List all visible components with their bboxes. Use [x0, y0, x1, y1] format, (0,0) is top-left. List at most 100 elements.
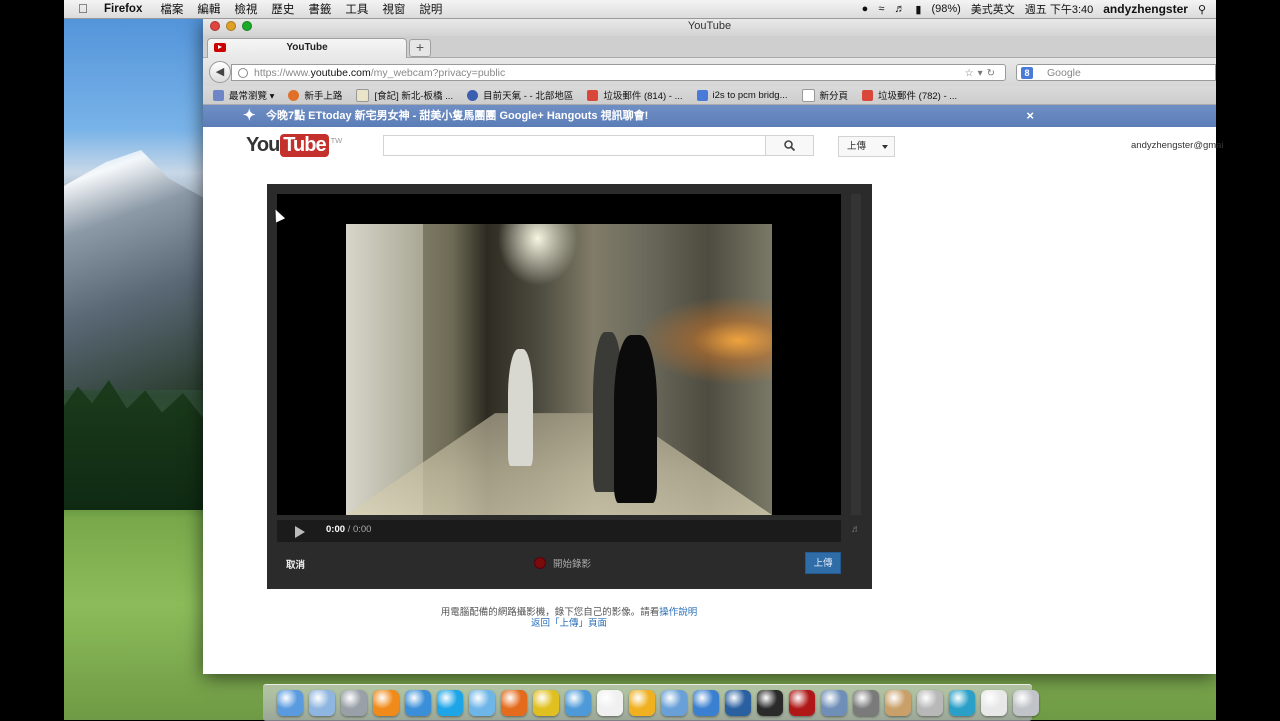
play-icon[interactable]: [295, 526, 305, 538]
zoom-window-button[interactable]: [242, 21, 252, 31]
menu-file[interactable]: 檔案: [160, 1, 183, 17]
time-separator: /: [345, 524, 353, 535]
bookmark-label: i2s to pcm bridg...: [712, 89, 788, 101]
bookmark-item[interactable]: 新分頁: [801, 88, 849, 102]
logo-region: TW: [330, 136, 343, 145]
page-icon: [356, 88, 370, 102]
help-link[interactable]: 操作說明: [659, 607, 697, 618]
search-engine-icon[interactable]: 8: [1021, 67, 1033, 79]
youtube-logo[interactable]: You Tube TW: [246, 134, 342, 157]
url-host: youtube.com: [310, 67, 371, 79]
navigation-bar: ◀ https://www.youtube.com/my_webcam?priv…: [203, 58, 1216, 86]
folder-icon[interactable]: [309, 690, 335, 716]
firefox-icon: [288, 89, 300, 101]
close-window-button[interactable]: [210, 21, 220, 31]
menu-tools[interactable]: 工具: [345, 1, 368, 17]
search-bar[interactable]: 8 Google: [1016, 64, 1216, 81]
cloud-icon[interactable]: [469, 690, 495, 716]
apple-menu-icon[interactable]: : [78, 2, 92, 16]
battery-percent[interactable]: (98%): [931, 3, 960, 15]
most-visited-icon: [213, 89, 224, 101]
back-arrow-icon: ◀: [215, 66, 225, 78]
promo-banner[interactable]: ✦ 今晚7點 ETtoday 新宅男女神 - 甜美小隻馬團團 Google+ H…: [203, 105, 1216, 127]
banner-close-button[interactable]: ×: [1026, 105, 1034, 127]
finder-icon[interactable]: [277, 690, 303, 716]
safari-icon[interactable]: [565, 690, 591, 716]
coffee-icon[interactable]: [885, 690, 911, 716]
menu-edit[interactable]: 編輯: [197, 1, 220, 17]
bookmark-item[interactable]: 最常瀏覽 ▾: [213, 88, 274, 102]
hand-tool-icon[interactable]: [405, 690, 431, 716]
account-name[interactable]: andyzhengster@gmai: [1131, 140, 1224, 151]
chevron-down-icon: [882, 145, 888, 149]
user-menu[interactable]: andyzhengster: [1103, 2, 1188, 16]
bookmark-item[interactable]: [食記] 新北-板橋 ...: [356, 88, 453, 102]
bookmark-label: [食記] 新北-板橋 ...: [374, 91, 454, 102]
volume-icon[interactable]: ♬: [894, 3, 905, 15]
dropdown-icon[interactable]: ▾: [978, 68, 987, 79]
bookmark-item[interactable]: 目前天氣 - - 北部地區: [467, 88, 573, 102]
network-icon[interactable]: [661, 690, 687, 716]
menu-window[interactable]: 視窗: [382, 1, 405, 17]
youtube-search-button[interactable]: [765, 135, 814, 156]
upload-button[interactable]: 上傳: [838, 136, 895, 157]
speaker-icon[interactable]: ♬: [851, 524, 863, 536]
bookmark-star-icon[interactable]: ☆: [965, 68, 978, 79]
document-icon[interactable]: [981, 690, 1007, 716]
monitor-icon[interactable]: [757, 690, 783, 716]
back-to-upload-link[interactable]: 返回「上傳」頁面: [531, 618, 607, 629]
webcam-icon[interactable]: [853, 690, 879, 716]
globe-icon: [238, 68, 248, 78]
start-recording-button[interactable]: 開始錄影: [534, 556, 591, 570]
menu-history[interactable]: 歷史: [271, 1, 294, 17]
tab-label: YouTube: [286, 42, 328, 53]
volume-slider[interactable]: [851, 194, 861, 515]
minimize-window-button[interactable]: [226, 21, 236, 31]
photo-booth-icon[interactable]: [789, 690, 815, 716]
skype-icon[interactable]: [437, 690, 463, 716]
bookmark-label: 目前天氣 - - 北部地區: [483, 91, 574, 102]
menu-view[interactable]: 檢視: [234, 1, 257, 17]
youtube-search-input[interactable]: [383, 135, 766, 156]
vlc-icon[interactable]: [373, 690, 399, 716]
spotlight-icon[interactable]: ⚲: [1198, 3, 1206, 16]
logo-you: You: [246, 134, 280, 156]
bookmark-item[interactable]: 垃圾郵件 (814) - ...: [587, 88, 683, 102]
youtube-favicon-icon: [214, 43, 226, 52]
battery-icon[interactable]: ▮: [915, 3, 921, 16]
printer-icon[interactable]: [917, 690, 943, 716]
quicktime-icon[interactable]: [725, 690, 751, 716]
banner-text[interactable]: 今晚7點 ETtoday 新宅男女神 - 甜美小隻馬團團 Google+ Han…: [266, 110, 648, 122]
clock[interactable]: 週五 下午3:40: [1025, 1, 1093, 17]
app-menu[interactable]: Firefox: [104, 3, 142, 15]
itunes-icon[interactable]: [693, 690, 719, 716]
menu-bookmarks[interactable]: 書籤: [308, 1, 331, 17]
wifi-icon[interactable]: ≈: [878, 3, 884, 15]
status-menu-icon[interactable]: ●: [862, 3, 869, 15]
new-tab-button[interactable]: +: [409, 39, 431, 57]
bookmark-item[interactable]: i2s to pcm bridg...: [696, 89, 788, 101]
url-bar[interactable]: https://www.youtube.com/my_webcam?privac…: [231, 64, 1006, 81]
bookmark-label: 新分頁: [819, 91, 849, 102]
scene-person: [507, 349, 534, 466]
tab-youtube[interactable]: YouTube: [207, 38, 407, 58]
reload-icon[interactable]: ↻: [987, 68, 999, 79]
xcode-icon[interactable]: [821, 690, 847, 716]
upload-recording-button[interactable]: 上傳: [805, 552, 841, 574]
firefox-icon[interactable]: [501, 690, 527, 716]
back-button[interactable]: ◀: [209, 61, 231, 83]
trash-icon[interactable]: [1013, 690, 1039, 716]
media-player-icon[interactable]: [629, 690, 655, 716]
time-machine-icon[interactable]: [949, 690, 975, 716]
cancel-button[interactable]: 取消: [286, 557, 305, 571]
bookmark-item[interactable]: 垃圾郵件 (782) - ...: [862, 88, 957, 102]
menu-help[interactable]: 說明: [419, 1, 442, 17]
bookmark-label: 垃圾郵件 (814) - ...: [603, 91, 683, 102]
title-bar[interactable]: YouTube: [203, 17, 1216, 36]
launchpad-icon[interactable]: [341, 690, 367, 716]
textedit-icon[interactable]: [597, 690, 623, 716]
time-current: 0:00: [326, 524, 346, 535]
bookmark-item[interactable]: 新手上路: [288, 88, 342, 102]
input-method[interactable]: 美式英文: [971, 1, 1015, 17]
chrome-icon[interactable]: [533, 690, 559, 716]
